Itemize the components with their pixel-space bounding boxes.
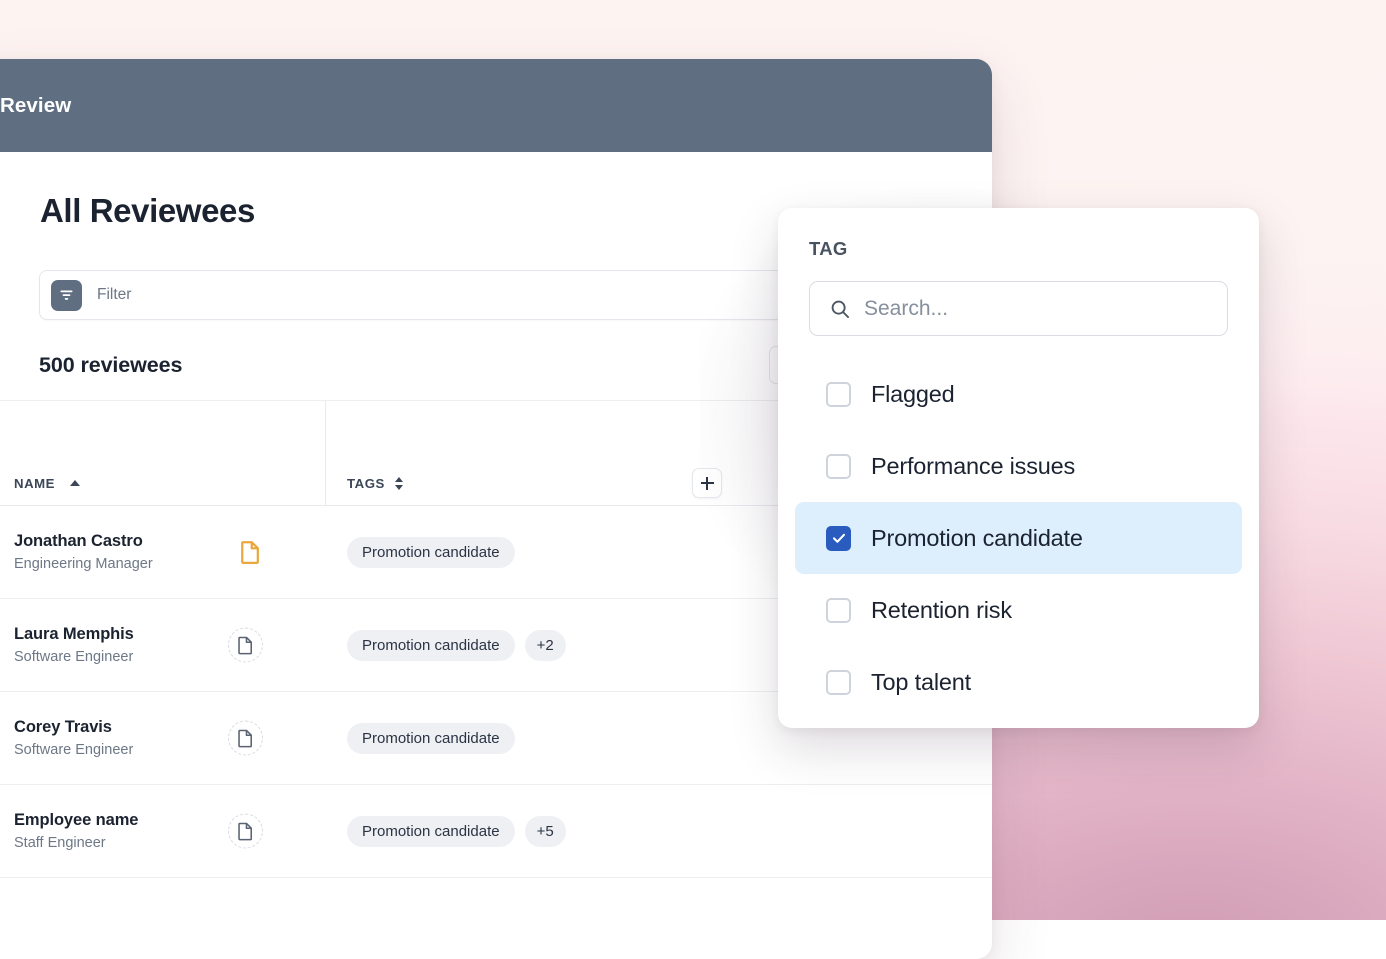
tag-overflow-badge[interactable]: +2 (525, 630, 566, 661)
row-tags-cell: Promotion candidate +5 (325, 785, 992, 877)
filter-funnel-icon (51, 280, 82, 311)
tag-option-label: Top talent (871, 669, 971, 696)
tag-option-flagged[interactable]: Flagged (795, 358, 1242, 430)
column-header-name-label: NAME (14, 476, 55, 491)
row-name-cell: Laura Memphis Software Engineer (0, 599, 325, 691)
tag-option-label: Promotion candidate (871, 525, 1083, 552)
tag-option-label: Retention risk (871, 597, 1012, 624)
check-icon (831, 530, 847, 546)
page-title: All Reviewees (40, 192, 255, 230)
row-role: Software Engineer (14, 649, 134, 665)
column-header-name[interactable]: NAME (0, 475, 325, 492)
tag-pill[interactable]: Promotion candidate (347, 537, 515, 568)
table-row[interactable]: Employee name Staff Engineer Promotion c… (0, 785, 992, 878)
tag-option-performance-issues[interactable]: Performance issues (795, 430, 1242, 502)
row-name-block: Jonathan Castro Engineering Manager (14, 532, 153, 572)
filter-label: Filter (97, 286, 131, 304)
app-title: Review (0, 94, 71, 118)
tag-pill[interactable]: Promotion candidate (347, 723, 515, 754)
tag-option-list: Flagged Performance issues Promotion can… (778, 358, 1259, 718)
document-icon[interactable] (228, 814, 263, 849)
sort-ascending-icon[interactable] (70, 480, 80, 486)
app-header-bar: Review (0, 59, 992, 152)
tag-option-label: Performance issues (871, 453, 1075, 480)
row-role: Staff Engineer (14, 835, 138, 851)
tag-search-input[interactable]: Search... (809, 281, 1228, 336)
tag-overflow-badge[interactable]: +5 (525, 816, 566, 847)
table-row[interactable] (0, 878, 992, 959)
document-icon[interactable] (228, 721, 263, 756)
plus-icon (701, 477, 714, 490)
tag-option-top-talent[interactable]: Top talent (795, 646, 1242, 718)
add-column-button[interactable] (692, 468, 722, 498)
tag-filter-popover: TAG Search... Flagged Performance issues… (778, 208, 1259, 728)
tag-option-retention-risk[interactable]: Retention risk (795, 574, 1242, 646)
tag-checkbox[interactable] (826, 454, 851, 479)
tag-option-promotion-candidate[interactable]: Promotion candidate (795, 502, 1242, 574)
row-name-cell: Jonathan Castro Engineering Manager (0, 506, 325, 598)
tag-search-placeholder: Search... (864, 297, 948, 321)
tag-checkbox[interactable] (826, 382, 851, 407)
document-icon[interactable] (228, 530, 272, 574)
tag-pill[interactable]: Promotion candidate (347, 816, 515, 847)
tag-popover-title: TAG (809, 238, 1259, 260)
row-name: Corey Travis (14, 718, 133, 737)
tag-pill[interactable]: Promotion candidate (347, 630, 515, 661)
reviewee-count: 500 reviewees (39, 353, 182, 378)
column-header-tags-label: TAGS (347, 476, 385, 491)
row-name-block: Employee name Staff Engineer (14, 811, 138, 851)
row-name: Laura Memphis (14, 625, 134, 644)
search-icon (829, 298, 851, 320)
row-name-block: Corey Travis Software Engineer (14, 718, 133, 758)
row-name-block: Laura Memphis Software Engineer (14, 625, 134, 665)
sort-both-icon[interactable] (395, 477, 403, 490)
row-name: Employee name (14, 811, 138, 830)
tag-option-label: Flagged (871, 381, 955, 408)
row-name-cell: Employee name Staff Engineer (0, 785, 325, 877)
tag-checkbox[interactable] (826, 670, 851, 695)
tag-checkbox[interactable] (826, 598, 851, 623)
row-role: Engineering Manager (14, 556, 153, 572)
row-role: Software Engineer (14, 742, 133, 758)
row-name-cell: Corey Travis Software Engineer (0, 692, 325, 784)
tag-checkbox[interactable] (826, 526, 851, 551)
document-icon[interactable] (228, 628, 263, 663)
row-name: Jonathan Castro (14, 532, 153, 551)
